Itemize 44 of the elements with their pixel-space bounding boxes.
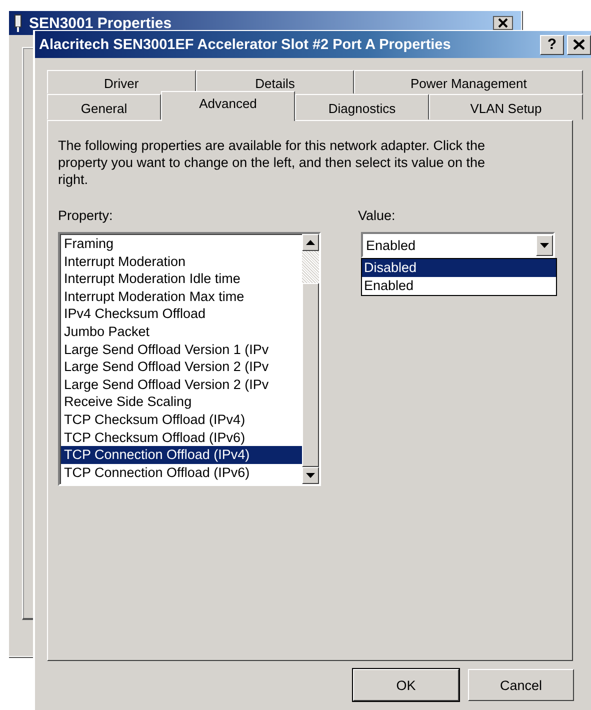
list-item[interactable]: TCP Connection Offload (IPv6) xyxy=(61,464,302,482)
property-label: Property: xyxy=(58,208,114,225)
list-item[interactable]: Jumbo Packet xyxy=(61,322,302,341)
list-item[interactable]: Framing xyxy=(61,235,302,253)
window-title: Alacritech SEN3001EF Accelerator Slot #2 Port A Properties xyxy=(39,36,452,52)
list-item[interactable]: Interrupt Moderation xyxy=(61,252,302,270)
list-item[interactable]: Large Send Offload Version 2 (IPv xyxy=(61,358,302,376)
help-button[interactable]: ? xyxy=(540,34,564,54)
tab[interactable]: Advanced xyxy=(161,91,295,121)
tab[interactable]: Driver xyxy=(47,70,196,94)
list-item[interactable]: Interrupt Moderation Max time xyxy=(61,288,302,306)
scroll-up-button[interactable] xyxy=(302,234,319,251)
dropdown-option[interactable]: Disabled xyxy=(362,259,556,277)
list-item[interactable]: Interrupt Moderation Idle time xyxy=(61,270,302,288)
close-icon xyxy=(573,39,585,50)
description-text: The following properties are available for this network adapter. Click the property you want to change on the left, and then select its value on the right. xyxy=(58,137,486,188)
close-icon[interactable] xyxy=(493,16,513,30)
close-button[interactable] xyxy=(567,34,591,54)
down-arrow-icon xyxy=(306,473,315,478)
list-item[interactable]: IPv4 Checksum Offload xyxy=(61,305,302,323)
value-dropdown[interactable]: Enabled xyxy=(361,232,555,258)
list-item[interactable]: Large Send Offload Version 1 (IPv xyxy=(61,340,302,358)
list-item[interactable]: TCP Checksum Offload (IPv4) xyxy=(61,410,302,429)
tab[interactable]: VLAN Setup xyxy=(429,94,583,120)
scroll-down-button[interactable] xyxy=(302,467,319,484)
tab[interactable]: Power Management xyxy=(354,70,584,94)
ok-button[interactable]: OK xyxy=(353,669,459,701)
property-list[interactable] xyxy=(58,232,321,486)
list-item[interactable]: TCP Connection Offload (IPv4) xyxy=(61,446,302,464)
list-item[interactable]: Large Send Offload Version 2 (IPv xyxy=(61,376,302,394)
tab[interactable]: Diagnostics xyxy=(295,94,429,120)
window-title: SEN3001 Properties xyxy=(29,14,173,32)
scrollbar[interactable] xyxy=(302,234,319,484)
dropdown-option[interactable]: Enabled xyxy=(362,277,556,295)
plug-icon xyxy=(13,14,23,32)
scroll-thumb[interactable] xyxy=(302,283,319,467)
list-item[interactable]: Receive Side Scaling xyxy=(61,393,302,411)
cancel-button[interactable]: Cancel xyxy=(468,669,574,701)
up-arrow-icon xyxy=(306,240,315,245)
dropdown-arrow-icon xyxy=(540,242,549,248)
list-item[interactable]: TCP Checksum Offload (IPv6) xyxy=(61,428,302,446)
value-label: Value: xyxy=(358,208,396,225)
tab[interactable]: Details xyxy=(196,70,354,94)
tab[interactable]: General xyxy=(47,94,161,120)
